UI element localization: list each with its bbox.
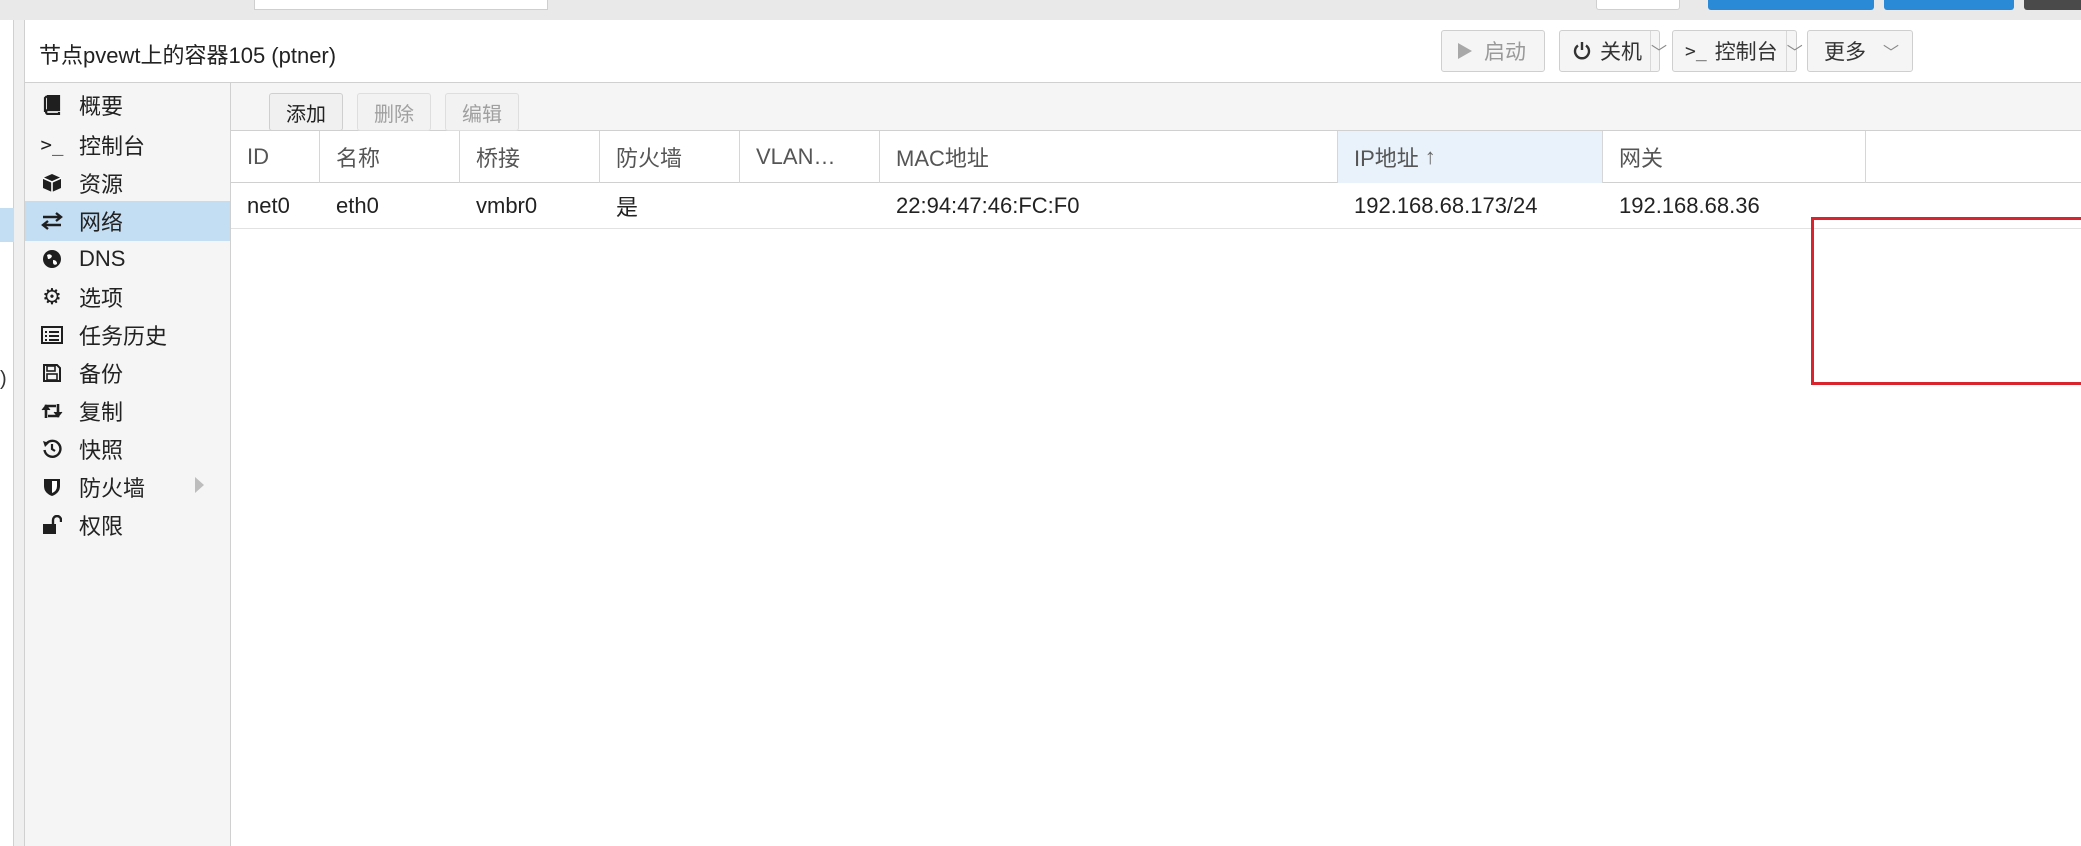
menu-item-label: 概要 [79, 94, 124, 119]
menu-item-options[interactable]: ⚙ 选项 [25, 277, 230, 317]
add-button[interactable]: 添加 [269, 93, 343, 131]
shield-icon [39, 477, 65, 497]
console-menu-chevron-icon[interactable]: ﹀ [1785, 31, 1803, 71]
column-header-id[interactable]: ID [231, 131, 320, 183]
menu-item-resources[interactable]: 资源 [25, 163, 230, 203]
container-nav-menu: 概要 >_ 控制台 资源 网络 DNS ⚙ 选项 任务历史 备份 复制 快照 防… [25, 83, 231, 846]
column-header-gateway[interactable]: 网关 [1603, 131, 1866, 183]
network-content: 添加 删除 编辑 ID 名称 桥接 防火墙 VLAN… MAC地址 IP地址 ↑… [231, 83, 2081, 846]
menu-item-replication[interactable]: 复制 [25, 391, 230, 431]
terminal-icon: >_ [40, 134, 64, 156]
cell-vlan [740, 183, 880, 229]
top-button-white[interactable] [1596, 0, 1680, 10]
top-button-blue-2[interactable] [1884, 0, 2014, 10]
exchange-icon [39, 212, 65, 230]
menu-item-permissions[interactable]: 权限 [25, 505, 230, 545]
floppy-icon [39, 364, 65, 382]
menu-item-summary[interactable]: 概要 [25, 85, 230, 125]
remove-button[interactable]: 删除 [357, 93, 431, 131]
more-menu-chevron-icon: ﹀ [1882, 45, 1899, 62]
menu-item-label: 防火墙 [79, 476, 146, 501]
terminal-icon: >_ [1685, 40, 1707, 62]
menu-item-snapshots[interactable]: 快照 [25, 429, 230, 469]
tree-selected-node[interactable] [0, 208, 14, 242]
cube-icon [39, 173, 65, 193]
menu-item-label: 任务历史 [79, 324, 168, 349]
menu-item-task-history[interactable]: 任务历史 [25, 315, 230, 355]
menu-item-label: 复制 [79, 400, 124, 425]
shutdown-menu-chevron-icon[interactable]: ﹀ [1650, 31, 1667, 71]
menu-item-label: DNS [79, 246, 126, 271]
top-search-field[interactable] [254, 0, 548, 10]
panel-header: 节点pvewt上的容器105 (ptner) 启动 关机 ﹀ >_ 控制台 ﹀ … [25, 20, 2081, 83]
menu-item-label: 控制台 [79, 134, 146, 159]
menu-item-dns[interactable]: DNS [25, 239, 230, 279]
menu-item-label: 快照 [79, 438, 124, 463]
book-icon [39, 95, 65, 115]
table-row[interactable]: net0 eth0 vmbr0 是 22:94:47:46:FC:F0 192.… [231, 183, 2081, 229]
menu-item-label: 选项 [79, 286, 124, 311]
retweet-icon [39, 402, 65, 420]
shutdown-button[interactable]: 关机 ﹀ [1559, 30, 1667, 72]
column-header-name[interactable]: 名称 [320, 131, 460, 183]
more-button[interactable]: 更多 ﹀ [1807, 30, 1913, 72]
network-toolbar: 添加 删除 编辑 [231, 83, 2081, 131]
column-header-ip[interactable]: IP地址 ↑ [1338, 131, 1603, 183]
power-icon [1572, 41, 1592, 61]
panel-splitter[interactable] [14, 20, 24, 846]
cell-mac: 22:94:47:46:FC:F0 [896, 193, 1080, 218]
unlock-icon [39, 515, 65, 535]
top-button-blue-1[interactable] [1708, 0, 1874, 10]
column-header-ip-label: IP地址 [1354, 146, 1419, 171]
menu-item-backup[interactable]: 备份 [25, 353, 230, 393]
edit-button[interactable]: 编辑 [445, 93, 519, 131]
menu-item-label: 网络 [79, 210, 124, 235]
history-icon [39, 439, 65, 459]
start-button[interactable]: 启动 [1441, 30, 1545, 72]
cell-bridge: vmbr0 [476, 193, 538, 218]
cell-id: net0 [247, 193, 290, 218]
menu-item-label: 权限 [79, 514, 124, 539]
container-panel: 节点pvewt上的容器105 (ptner) 启动 关机 ﹀ >_ 控制台 ﹀ … [24, 20, 2081, 846]
top-button-dark[interactable] [2024, 0, 2081, 10]
tree-node-fragment: ) [0, 368, 7, 390]
shutdown-button-label: 关机 [1600, 41, 1642, 64]
resource-tree[interactable]: ) [0, 20, 14, 846]
more-button-label: 更多 [1824, 41, 1866, 64]
menu-item-firewall[interactable]: 防火墙 [25, 467, 230, 507]
top-strip [0, 0, 2081, 20]
play-icon [1454, 42, 1476, 60]
menu-item-console[interactable]: >_ 控制台 [25, 125, 230, 165]
column-header-mac[interactable]: MAC地址 [880, 131, 1338, 183]
menu-item-label: 资源 [79, 172, 124, 197]
start-button-label: 启动 [1484, 41, 1526, 64]
submenu-arrow-icon[interactable] [195, 477, 204, 493]
cell-gateway: 192.168.68.36 [1619, 193, 1760, 218]
grid-header: ID 名称 桥接 防火墙 VLAN… MAC地址 IP地址 ↑ 网关 [231, 131, 2081, 183]
gateway-highlight-box [1811, 217, 2081, 385]
cell-name: eth0 [336, 193, 379, 218]
console-button-label: 控制台 [1714, 41, 1778, 64]
column-header-bridge[interactable]: 桥接 [460, 131, 600, 183]
menu-item-label: 备份 [79, 362, 124, 387]
menu-item-network[interactable]: 网络 [25, 201, 230, 241]
page-title: 节点pvewt上的容器105 (ptner) [39, 43, 337, 68]
gear-icon: ⚙ [42, 284, 62, 309]
column-header-firewall[interactable]: 防火墙 [600, 131, 740, 183]
globe-icon [39, 249, 65, 269]
sort-ascending-icon: ↑ [1424, 144, 1436, 169]
column-header-vlan[interactable]: VLAN… [740, 131, 880, 183]
console-button[interactable]: >_ 控制台 ﹀ [1672, 30, 1803, 72]
list-alt-icon [39, 326, 65, 344]
cell-ip: 192.168.68.173/24 [1354, 193, 1538, 218]
cell-firewall: 是 [616, 195, 639, 220]
